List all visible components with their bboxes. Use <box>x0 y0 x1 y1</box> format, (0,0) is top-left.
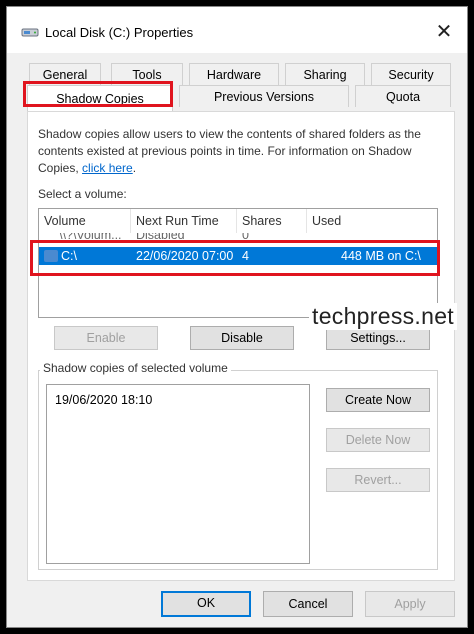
shadow-copies-list[interactable]: 19/06/2020 18:10 <box>46 384 310 564</box>
cell-next-run: 22/06/2020 07:00 <box>136 249 234 263</box>
drive-icon <box>44 250 58 262</box>
drive-icon <box>21 28 39 37</box>
watermark-text: techpress.net <box>309 303 457 330</box>
column-header-volume[interactable]: Volume <box>39 209 131 233</box>
cell-shares: 0 <box>242 233 249 242</box>
column-header-used[interactable]: Used <box>307 209 437 233</box>
tab-hardware[interactable]: Hardware <box>189 63 279 85</box>
title-bar[interactable]: Local Disk (C:) Properties ✕ <box>7 7 467 53</box>
table-row[interactable]: \\?\Volum... Disabled 0 <box>39 233 437 245</box>
shadow-copies-panel: Shadow copies allow users to view the co… <box>27 111 455 581</box>
cell-next-run: Disabled <box>136 233 185 242</box>
cell-used: 448 MB on C:\ <box>341 249 421 263</box>
tab-security[interactable]: Security <box>371 63 451 85</box>
cell-shares: 4 <box>242 249 249 263</box>
click-here-link[interactable]: click here <box>82 161 133 175</box>
close-button[interactable]: ✕ <box>427 19 461 45</box>
ok-button[interactable]: OK <box>161 591 251 617</box>
tab-sharing[interactable]: Sharing <box>285 63 365 85</box>
create-now-button[interactable]: Create Now <box>326 388 430 412</box>
description-end: . <box>132 161 137 175</box>
window-title: Local Disk (C:) Properties <box>45 25 194 40</box>
cell-volume: \\?\Volum... <box>59 233 122 242</box>
delete-now-button[interactable]: Delete Now <box>326 428 430 452</box>
disable-button[interactable]: Disable <box>190 326 294 350</box>
select-volume-label: Select a volume: <box>38 187 127 201</box>
tab-quota[interactable]: Quota <box>355 85 451 107</box>
column-header-next-run-time[interactable]: Next Run Time <box>131 209 237 233</box>
tab-general[interactable]: General <box>29 63 101 85</box>
revert-button[interactable]: Revert... <box>326 468 430 492</box>
enable-button[interactable]: Enable <box>54 326 158 350</box>
tab-previous-versions[interactable]: Previous Versions <box>179 85 349 107</box>
properties-dialog: Local Disk (C:) Properties ✕ General Too… <box>6 6 468 628</box>
tab-shadow-copies[interactable]: Shadow Copies <box>27 85 173 111</box>
volume-list[interactable]: Volume Next Run Time Shares Used \\?\Vol… <box>38 208 438 318</box>
tab-tools[interactable]: Tools <box>111 63 183 85</box>
shadow-copies-group-label: Shadow copies of selected volume <box>40 361 231 375</box>
cancel-button[interactable]: Cancel <box>263 591 353 617</box>
description-text: Shadow copies allow users to view the co… <box>38 126 448 177</box>
list-item[interactable]: 19/06/2020 18:10 <box>55 393 152 407</box>
table-row-selected[interactable]: C:\ 22/06/2020 07:00 4 448 MB on C:\ <box>39 247 437 265</box>
column-header-shares[interactable]: Shares <box>237 209 307 233</box>
cell-volume: C:\ <box>61 249 77 263</box>
apply-button[interactable]: Apply <box>365 591 455 617</box>
